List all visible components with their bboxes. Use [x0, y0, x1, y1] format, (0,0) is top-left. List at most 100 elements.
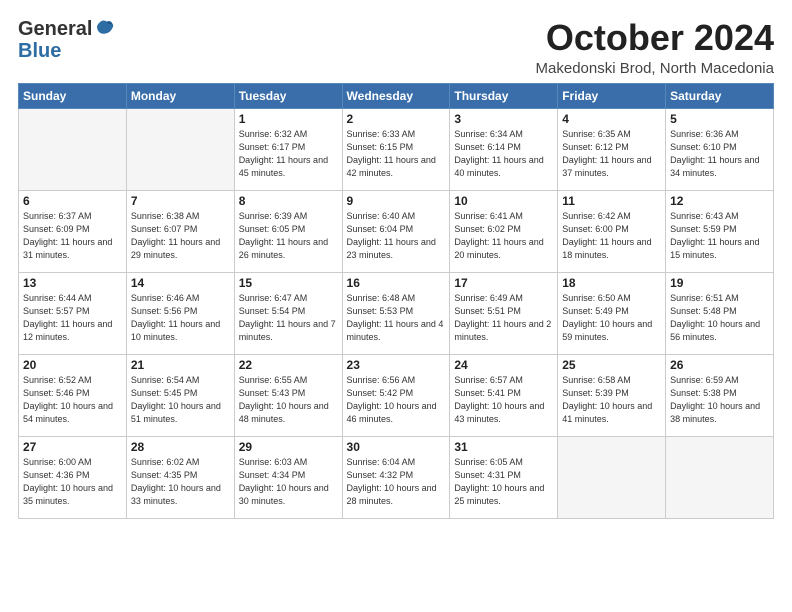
day-number: 29	[239, 440, 338, 454]
calendar-cell: 10Sunrise: 6:41 AM Sunset: 6:02 PM Dayli…	[450, 190, 558, 272]
calendar-cell: 25 Sunrise: 6:58 AM Sunset: 5:39 PM Dayli…	[558, 354, 666, 436]
day-info: Sunrise: 6:32 AM Sunset: 6:17 PM Dayligh…	[239, 128, 338, 180]
day-number: 24	[454, 358, 553, 372]
calendar-cell: 29 Sunrise: 6:03 AM Sunset: 4:34 PM Dayli…	[234, 436, 342, 518]
day-info: Sunrise: 6:51 AM Sunset: 5:48 PM Dayligh…	[670, 292, 769, 344]
title-block: October 2024 Makedonski Brod, North Mace…	[536, 18, 774, 77]
day-number: 9	[347, 194, 446, 208]
calendar-week-row: 20 Sunrise: 6:52 AM Sunset: 5:46 PM Dayli…	[19, 354, 774, 436]
day-number: 3	[454, 112, 553, 126]
day-info: Sunrise: 6:05 AM Sunset: 4:31 PM Dayligh…	[454, 456, 553, 508]
weekday-header: Wednesday	[342, 83, 450, 108]
day-number: 11	[562, 194, 661, 208]
day-info: Sunrise: 6:56 AM Sunset: 5:42 PM Dayligh…	[347, 374, 446, 426]
day-number: 28	[131, 440, 230, 454]
weekday-header: Monday	[126, 83, 234, 108]
location-title: Makedonski Brod, North Macedonia	[536, 60, 774, 77]
day-number: 31	[454, 440, 553, 454]
page: General Blue October 2024 Makedonski Bro…	[0, 0, 792, 529]
day-number: 18	[562, 276, 661, 290]
day-number: 5	[670, 112, 769, 126]
day-info: Sunrise: 6:03 AM Sunset: 4:34 PM Dayligh…	[239, 456, 338, 508]
logo-blue-text: Blue	[18, 40, 116, 62]
day-number: 14	[131, 276, 230, 290]
day-info: Sunrise: 6:34 AM Sunset: 6:14 PM Dayligh…	[454, 128, 553, 180]
day-info: Sunrise: 6:48 AM Sunset: 5:53 PM Dayligh…	[347, 292, 446, 344]
calendar-cell	[666, 436, 774, 518]
calendar-cell: 26Sunrise: 6:59 AM Sunset: 5:38 PM Dayli…	[666, 354, 774, 436]
day-number: 10	[454, 194, 553, 208]
calendar-cell: 11Sunrise: 6:42 AM Sunset: 6:00 PM Dayli…	[558, 190, 666, 272]
calendar-cell: 5Sunrise: 6:36 AM Sunset: 6:10 PM Daylig…	[666, 108, 774, 190]
calendar-cell: 24 Sunrise: 6:57 AM Sunset: 5:41 PM Dayli…	[450, 354, 558, 436]
day-info: Sunrise: 6:47 AM Sunset: 5:54 PM Dayligh…	[239, 292, 338, 344]
day-info: Sunrise: 6:54 AM Sunset: 5:45 PM Dayligh…	[131, 374, 230, 426]
day-info: Sunrise: 6:04 AM Sunset: 4:32 PM Dayligh…	[347, 456, 446, 508]
day-info: Sunrise: 6:52 AM Sunset: 5:46 PM Dayligh…	[23, 374, 122, 426]
day-info: Sunrise: 6:02 AM Sunset: 4:35 PM Dayligh…	[131, 456, 230, 508]
day-number: 27	[23, 440, 122, 454]
day-info: Sunrise: 6:40 AM Sunset: 6:04 PM Dayligh…	[347, 210, 446, 262]
calendar-cell: 16 Sunrise: 6:48 AM Sunset: 5:53 PM Dayli…	[342, 272, 450, 354]
calendar-cell: 15 Sunrise: 6:47 AM Sunset: 5:54 PM Dayli…	[234, 272, 342, 354]
logo: General Blue	[18, 18, 116, 62]
calendar-header-row: SundayMondayTuesdayWednesdayThursdayFrid…	[19, 83, 774, 108]
calendar-week-row: 13Sunrise: 6:44 AM Sunset: 5:57 PM Dayli…	[19, 272, 774, 354]
weekday-header: Friday	[558, 83, 666, 108]
logo-bird-icon	[94, 18, 116, 40]
calendar-cell: 28 Sunrise: 6:02 AM Sunset: 4:35 PM Dayli…	[126, 436, 234, 518]
calendar-cell: 9 Sunrise: 6:40 AM Sunset: 6:04 PM Daylig…	[342, 190, 450, 272]
calendar-cell: 14 Sunrise: 6:46 AM Sunset: 5:56 PM Dayli…	[126, 272, 234, 354]
calendar-week-row: 27 Sunrise: 6:00 AM Sunset: 4:36 PM Dayli…	[19, 436, 774, 518]
day-info: Sunrise: 6:33 AM Sunset: 6:15 PM Dayligh…	[347, 128, 446, 180]
calendar-cell: 23Sunrise: 6:56 AM Sunset: 5:42 PM Dayli…	[342, 354, 450, 436]
day-info: Sunrise: 6:00 AM Sunset: 4:36 PM Dayligh…	[23, 456, 122, 508]
day-number: 2	[347, 112, 446, 126]
day-number: 4	[562, 112, 661, 126]
calendar-cell: 18Sunrise: 6:50 AM Sunset: 5:49 PM Dayli…	[558, 272, 666, 354]
calendar-cell	[19, 108, 127, 190]
weekday-header: Saturday	[666, 83, 774, 108]
calendar-cell: 2 Sunrise: 6:33 AM Sunset: 6:15 PM Daylig…	[342, 108, 450, 190]
day-number: 15	[239, 276, 338, 290]
day-info: Sunrise: 6:46 AM Sunset: 5:56 PM Dayligh…	[131, 292, 230, 344]
day-number: 25	[562, 358, 661, 372]
day-info: Sunrise: 6:58 AM Sunset: 5:39 PM Dayligh…	[562, 374, 661, 426]
day-info: Sunrise: 6:57 AM Sunset: 5:41 PM Dayligh…	[454, 374, 553, 426]
calendar-cell	[126, 108, 234, 190]
calendar-table: SundayMondayTuesdayWednesdayThursdayFrid…	[18, 83, 774, 519]
calendar-cell: 6Sunrise: 6:37 AM Sunset: 6:09 PM Daylig…	[19, 190, 127, 272]
day-number: 19	[670, 276, 769, 290]
calendar-cell: 17Sunrise: 6:49 AM Sunset: 5:51 PM Dayli…	[450, 272, 558, 354]
calendar-cell: 20 Sunrise: 6:52 AM Sunset: 5:46 PM Dayli…	[19, 354, 127, 436]
day-info: Sunrise: 6:44 AM Sunset: 5:57 PM Dayligh…	[23, 292, 122, 344]
calendar-cell: 3 Sunrise: 6:34 AM Sunset: 6:14 PM Daylig…	[450, 108, 558, 190]
header: General Blue October 2024 Makedonski Bro…	[18, 18, 774, 77]
calendar-cell: 7 Sunrise: 6:38 AM Sunset: 6:07 PM Daylig…	[126, 190, 234, 272]
weekday-header: Thursday	[450, 83, 558, 108]
day-number: 12	[670, 194, 769, 208]
logo-general-text: General	[18, 18, 92, 40]
day-info: Sunrise: 6:38 AM Sunset: 6:07 PM Dayligh…	[131, 210, 230, 262]
calendar-cell: 4 Sunrise: 6:35 AM Sunset: 6:12 PM Daylig…	[558, 108, 666, 190]
day-number: 16	[347, 276, 446, 290]
day-number: 1	[239, 112, 338, 126]
day-number: 6	[23, 194, 122, 208]
day-info: Sunrise: 6:39 AM Sunset: 6:05 PM Dayligh…	[239, 210, 338, 262]
weekday-header: Sunday	[19, 83, 127, 108]
calendar-cell: 22Sunrise: 6:55 AM Sunset: 5:43 PM Dayli…	[234, 354, 342, 436]
day-number: 17	[454, 276, 553, 290]
day-number: 7	[131, 194, 230, 208]
day-number: 21	[131, 358, 230, 372]
weekday-header: Tuesday	[234, 83, 342, 108]
day-number: 8	[239, 194, 338, 208]
calendar-week-row: 1 Sunrise: 6:32 AM Sunset: 6:17 PM Daylig…	[19, 108, 774, 190]
calendar-cell: 30Sunrise: 6:04 AM Sunset: 4:32 PM Dayli…	[342, 436, 450, 518]
calendar-week-row: 6Sunrise: 6:37 AM Sunset: 6:09 PM Daylig…	[19, 190, 774, 272]
day-number: 20	[23, 358, 122, 372]
day-info: Sunrise: 6:43 AM Sunset: 5:59 PM Dayligh…	[670, 210, 769, 262]
calendar-cell: 12 Sunrise: 6:43 AM Sunset: 5:59 PM Dayli…	[666, 190, 774, 272]
calendar-cell: 31 Sunrise: 6:05 AM Sunset: 4:31 PM Dayli…	[450, 436, 558, 518]
calendar-cell: 27 Sunrise: 6:00 AM Sunset: 4:36 PM Dayli…	[19, 436, 127, 518]
day-info: Sunrise: 6:35 AM Sunset: 6:12 PM Dayligh…	[562, 128, 661, 180]
